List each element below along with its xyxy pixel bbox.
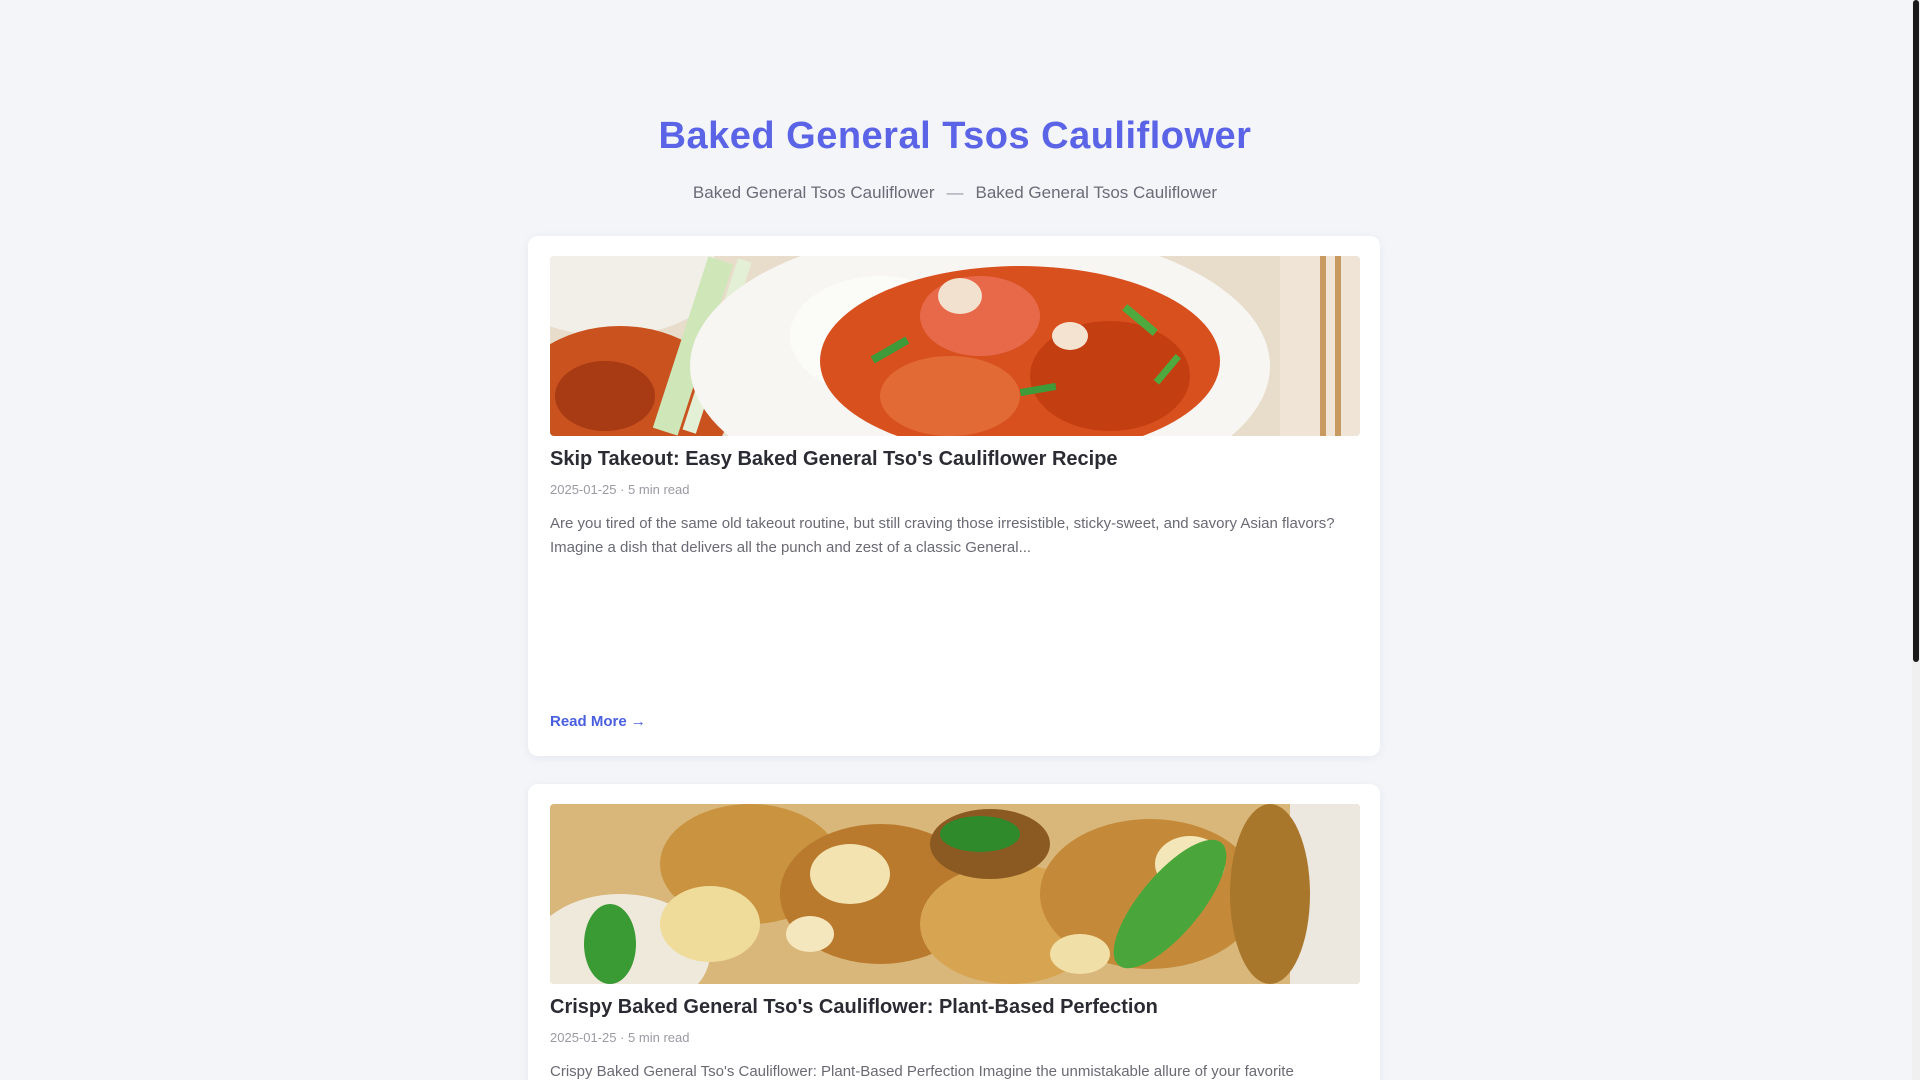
post-meta: 2025-01-25 · 5 min read: [550, 482, 690, 497]
page: Baked General Tsos Cauliflower Baked Gen…: [0, 0, 1920, 1080]
post-title[interactable]: Crispy Baked General Tso's Cauliflower: …: [550, 994, 1158, 1020]
post-thumbnail[interactable]: [550, 256, 1360, 436]
post-title[interactable]: Skip Takeout: Easy Baked General Tso's C…: [550, 446, 1118, 472]
breadcrumb-current: Baked General Tsos Cauliflower: [975, 183, 1218, 202]
breadcrumb-home[interactable]: Baked General Tsos Cauliflower: [693, 183, 935, 202]
scrollbar-thumb[interactable]: [1913, 0, 1919, 662]
page-scrollbar[interactable]: [1912, 0, 1920, 1080]
post-card: Skip Takeout: Easy Baked General Tso's C…: [528, 236, 1380, 756]
breadcrumb-separator: —: [946, 183, 964, 202]
post-excerpt: Crispy Baked General Tso's Cauliflower: …: [550, 1063, 1294, 1080]
post-meta: 2025-01-25 · 5 min read: [550, 1030, 690, 1045]
crispy-cauliflower-image: [550, 804, 1360, 984]
site-header: Baked General Tsos Cauliflower Baked Gen…: [0, 112, 1910, 204]
post-excerpt: Are you tired of the same old takeout ro…: [550, 515, 1335, 556]
post-thumbnail[interactable]: [550, 804, 1360, 984]
general-tso-cauliflower-image: [550, 256, 1360, 436]
breadcrumb: Baked General Tsos Cauliflower — Baked Gen…: [0, 182, 1910, 204]
read-more-link[interactable]: Read More →: [550, 712, 646, 732]
post-card: Crispy Baked General Tso's Cauliflower: …: [528, 784, 1380, 1080]
site-title[interactable]: Baked General Tsos Cauliflower: [0, 112, 1910, 160]
